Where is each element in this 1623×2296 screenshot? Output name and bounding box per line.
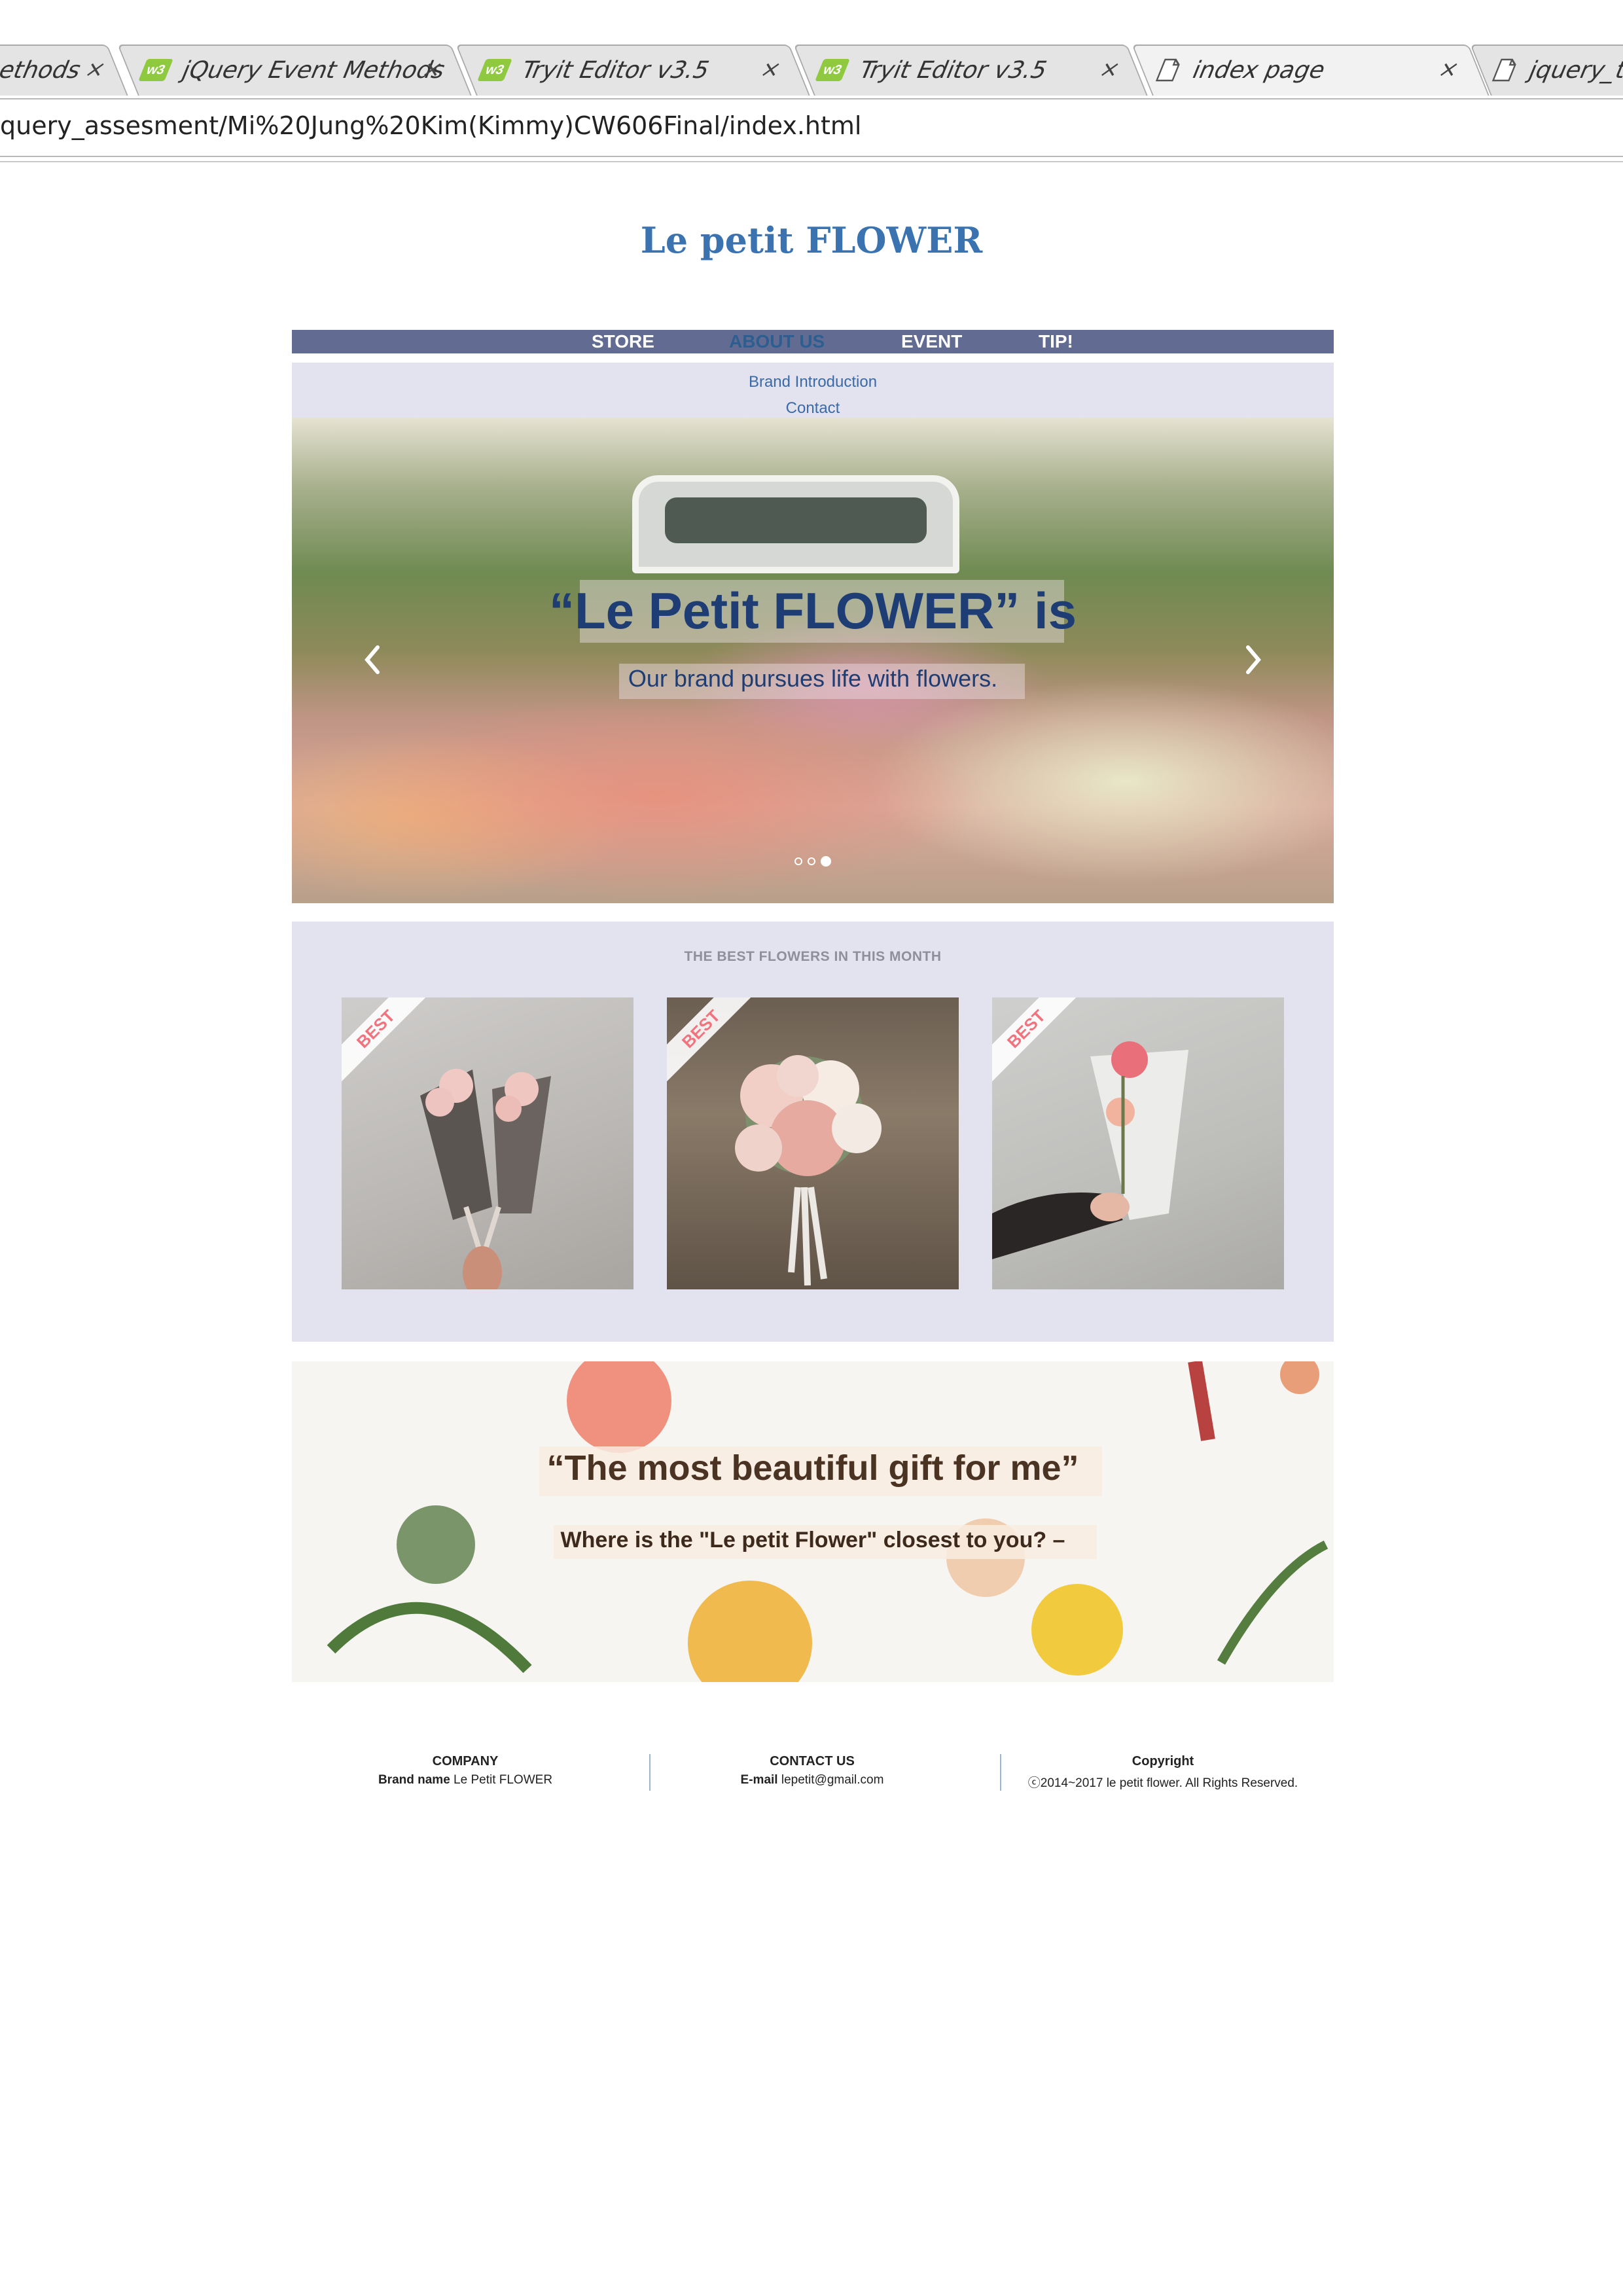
footer-contact: CONTACT US E-mail lepetit@gmail.com <box>639 1754 986 1787</box>
footer-copyright-heading: Copyright <box>1132 1754 1194 1768</box>
flowers-banner-image <box>327 1361 1329 1682</box>
banner-title: “The most beautiful gift for me” <box>546 1448 1079 1488</box>
browser-tabstrip: ethods × w3 jQuery Event Methods × w3 Tr… <box>0 0 1623 98</box>
best-badge: BEST <box>992 997 1077 1083</box>
tab-title: Tryit Editor v3.5 <box>516 56 715 84</box>
best-badge: BEST <box>342 997 427 1083</box>
tab-label-wrap: index page <box>1149 45 1334 96</box>
brand-name-value: Le Petit FLOWER <box>454 1773 553 1787</box>
about-dropdown: Brand Introduction Contact <box>292 363 1334 418</box>
site-footer: COMPANY Brand name Le Petit FLOWER CONTA… <box>292 1754 1334 1793</box>
dropdown-contact[interactable]: Contact <box>292 399 1334 418</box>
chevron-left-icon <box>365 645 380 674</box>
best-badge: BEST <box>667 997 752 1083</box>
footer-company: COMPANY Brand name Le Petit FLOWER <box>292 1754 639 1787</box>
dropdown-brand-introduction[interactable]: Brand Introduction <box>292 373 1334 391</box>
footer-contact-heading: CONTACT US <box>770 1754 855 1768</box>
url-text[interactable]: query_assesment/Mi%20Jung%20Kim(Kimmy)CW… <box>0 111 861 140</box>
tab-label-wrap: w3 Tryit Editor v3.5 <box>809 45 1056 96</box>
nav-event[interactable]: EVENT <box>901 330 962 353</box>
carousel-next-arrow[interactable] <box>1241 640 1267 679</box>
nav-about-us[interactable]: ABOUT US <box>729 330 825 353</box>
tab-label-wrap: w3 jQuery Event Methods <box>132 45 455 96</box>
product-card[interactable]: BEST <box>342 997 633 1289</box>
carousel-dot[interactable] <box>808 857 815 865</box>
tab-label-wrap: w3 Tryit Editor v3.5 <box>471 45 719 96</box>
carousel-prev-arrow[interactable] <box>359 640 385 679</box>
carousel-dot-active[interactable] <box>821 856 831 867</box>
product-card[interactable]: BEST <box>992 997 1284 1289</box>
carousel-dot[interactable] <box>794 857 802 865</box>
divider <box>0 161 1623 162</box>
tab-title: Tryit Editor v3.5 <box>854 56 1052 84</box>
tab-title: index page <box>1188 56 1330 84</box>
best-flowers-section: THE BEST FLOWERS IN THIS MONTH BEST BEST <box>292 922 1334 1342</box>
hero-subtitle: Our brand pursues life with flowers. <box>628 665 998 692</box>
footer-company-heading: COMPANY <box>432 1754 499 1768</box>
email-value[interactable]: lepetit@gmail.com <box>781 1773 884 1787</box>
copyright-text: ⓒ2014~2017 le petit flower. All Rights R… <box>1027 1776 1298 1790</box>
truck-cab <box>632 475 959 573</box>
store-banner[interactable]: “The most beautiful gift for me” Where i… <box>292 1361 1334 1682</box>
nav-tip[interactable]: TIP! <box>1039 330 1073 353</box>
hero-carousel: “Le Petit FLOWER” is Our brand pursues l… <box>292 418 1334 903</box>
banner-subtitle: Where is the "Le petit Flower" closest t… <box>560 1528 1065 1552</box>
email-label: E-mail <box>740 1773 778 1787</box>
brand-name-label: Brand name <box>378 1773 450 1787</box>
chevron-right-icon <box>1246 645 1261 674</box>
section-heading: THE BEST FLOWERS IN THIS MONTH <box>684 949 942 964</box>
tab-title: jquery_te <box>1524 56 1623 84</box>
hero-title: “Le Petit FLOWER” is <box>548 582 1077 639</box>
footer-copyright: Copyright ⓒ2014~2017 le petit flower. Al… <box>990 1754 1336 1791</box>
main-nav: STORE ABOUT US EVENT TIP! <box>292 330 1334 353</box>
nav-store[interactable]: STORE <box>592 330 654 353</box>
carousel-indicators <box>292 856 1334 867</box>
tab-label-wrap: jquery_te <box>1486 45 1623 96</box>
address-bar[interactable]: query_assesment/Mi%20Jung%20Kim(Kimmy)CW… <box>0 98 1623 157</box>
tab-title: ethods <box>0 56 86 84</box>
tab-title: jQuery Event Methods <box>177 56 450 84</box>
site-logo[interactable]: Le petit FLOWER <box>0 219 1623 261</box>
product-card[interactable]: BEST <box>667 997 959 1289</box>
